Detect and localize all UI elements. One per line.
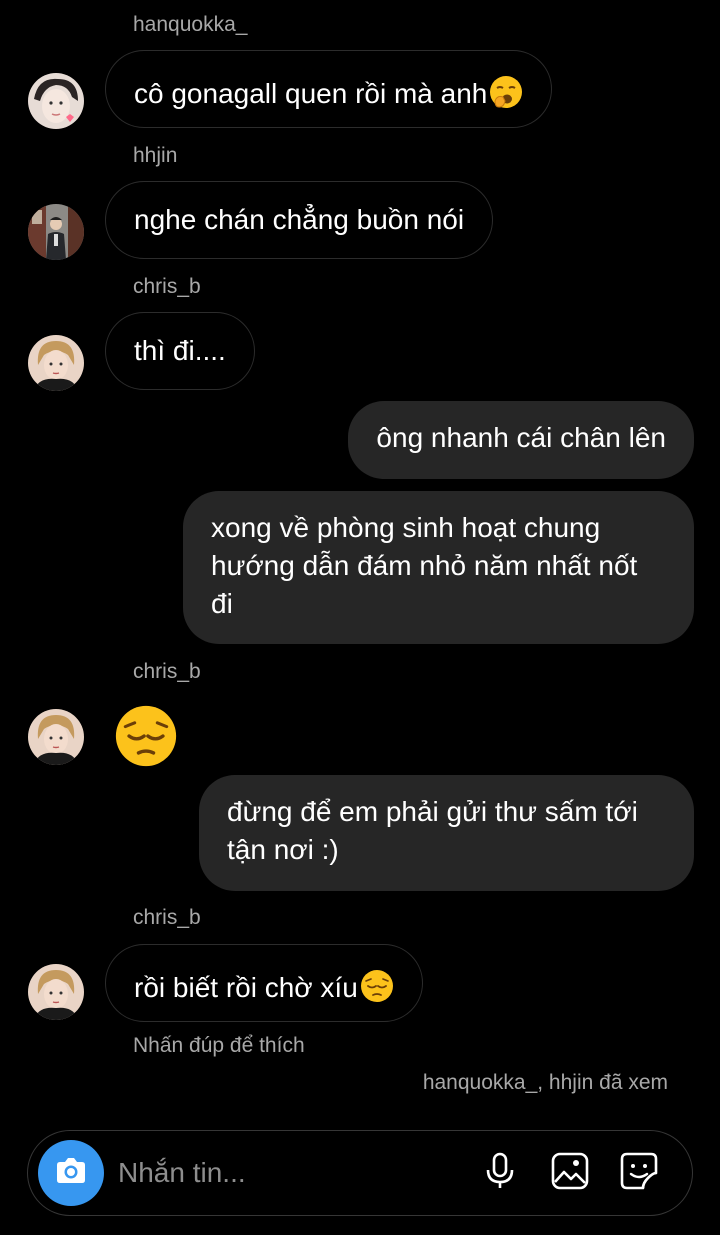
message-text: thì đi.... [134, 335, 226, 366]
message-bubble-outgoing[interactable]: ông nhanh cái chân lên [348, 401, 694, 479]
gallery-button[interactable] [550, 1152, 590, 1195]
sticker-icon [619, 1151, 659, 1196]
avatar[interactable] [28, 709, 84, 765]
gallery-icon [551, 1152, 589, 1195]
message-bubble[interactable]: cô gonagall quen rồi mà anh [105, 50, 553, 128]
pensive-face-icon [360, 969, 394, 1003]
yawning-face-icon [489, 75, 523, 109]
message-text: nghe chán chẳng buồn nói [134, 204, 465, 235]
avatar[interactable] [28, 335, 84, 391]
avatar[interactable] [28, 73, 84, 129]
message-bubble-outgoing[interactable]: xong về phòng sinh hoạt chung hướng dẫn … [183, 491, 694, 644]
camera-icon [53, 1153, 89, 1194]
message-input[interactable] [118, 1155, 458, 1191]
camera-button[interactable] [38, 1140, 104, 1206]
message-text: ông nhanh cái chân lên [376, 422, 666, 453]
double-tap-like-hint: Nhấn đúp để thích [133, 1034, 305, 1057]
sender-name: hhjin [133, 144, 178, 167]
message-bubble[interactable]: thì đi.... [105, 312, 255, 390]
sender-name: hanquokka_ [133, 13, 248, 36]
message-text: cô gonagall quen rồi mà anh [134, 78, 488, 109]
sender-name: chris_b [133, 660, 201, 683]
sender-name: chris_b [133, 906, 201, 929]
sticker-button[interactable] [619, 1151, 659, 1196]
microphone-button[interactable] [480, 1152, 520, 1195]
message-bubble-outgoing[interactable]: đừng để em phải gửi thư sấm tới tận nơi … [199, 775, 694, 891]
message-composer [27, 1130, 693, 1216]
avatar[interactable] [28, 964, 84, 1020]
microphone-icon [484, 1152, 516, 1195]
avatar[interactable] [28, 204, 84, 260]
sender-name: chris_b [133, 275, 201, 298]
message-text: rồi biết rồi chờ xíu [134, 972, 358, 1003]
message-bubble[interactable]: rồi biết rồi chờ xíu [105, 944, 423, 1022]
message-text: xong về phòng sinh hoạt chung hướng dẫn … [211, 512, 638, 619]
seen-receipt: hanquokka_, hhjin đã xem [422, 1071, 668, 1094]
message-text: đừng để em phải gửi thư sấm tới tận nơi … [227, 796, 638, 865]
message-bubble[interactable]: nghe chán chẳng buồn nói [105, 181, 494, 259]
pensive-face-icon[interactable] [114, 704, 178, 773]
